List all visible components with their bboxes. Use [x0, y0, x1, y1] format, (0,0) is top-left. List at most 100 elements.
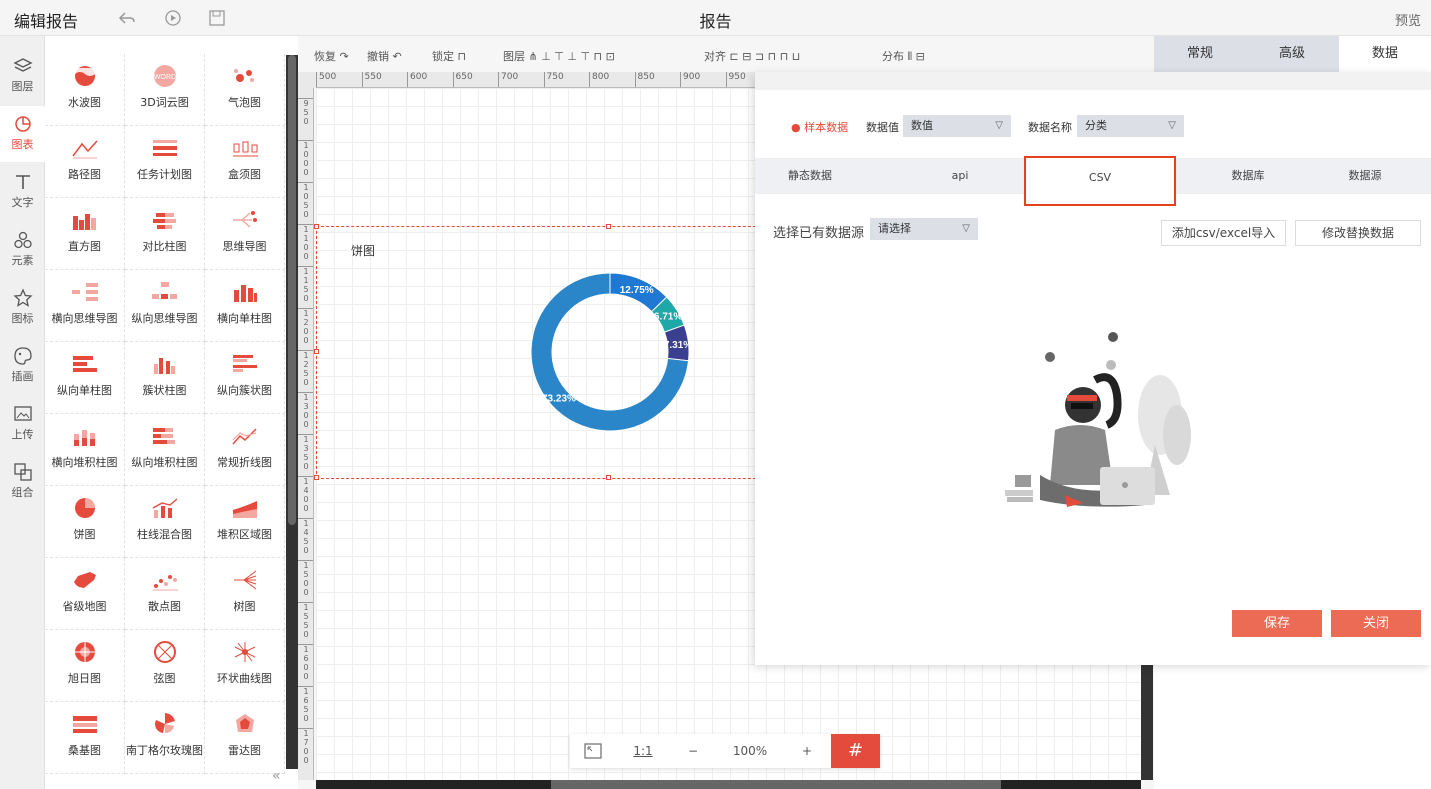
distribute-button[interactable]: 分布 ⫴ ⊟	[882, 48, 925, 64]
lock-button[interactable]: 锁定 ⊓	[432, 48, 466, 64]
chevron-down-icon: ▽	[962, 223, 970, 234]
source-tab-2[interactable]: CSV	[1024, 156, 1176, 206]
ruler-tick-label: 850	[634, 72, 655, 87]
ruler-tick-label: 1400	[298, 476, 313, 513]
zoom-out-button[interactable]: −	[670, 734, 716, 768]
tab-2[interactable]: 数据	[1339, 36, 1431, 72]
tab-0[interactable]: 常规	[1154, 36, 1246, 72]
ruler-tick-label: 1650	[298, 686, 313, 723]
sunburst-icon	[74, 642, 95, 662]
source-tab-1[interactable]: api	[890, 158, 1030, 194]
chart-type-label: 常规折线图	[217, 456, 272, 469]
nav-item-1[interactable]: 图表	[0, 106, 45, 162]
redo-button[interactable]: 恢复 ↷	[314, 48, 349, 64]
align-button[interactable]: 对齐 ⊏ ⊟ ⊐ ⊓ ⊓ ⊔	[704, 48, 800, 64]
chart-type-label: 纵向思维导图	[131, 312, 198, 325]
back-icon[interactable]	[118, 9, 136, 27]
actual-size-button[interactable]: 1:1	[626, 734, 660, 768]
chart-type-item[interactable]: 水波图	[45, 54, 125, 126]
canvas-horizontal-scrollbar[interactable]	[316, 780, 1141, 789]
chart-type-item[interactable]: 路径图	[45, 126, 125, 198]
resize-handle[interactable]	[314, 224, 319, 229]
chart-type-item[interactable]: 气泡图	[205, 54, 285, 126]
replace-data-button[interactable]: 修改替换数据	[1295, 220, 1421, 246]
data-value-select[interactable]: 数值 ▽	[903, 115, 1011, 137]
chevron-down-icon: ▽	[1168, 120, 1176, 131]
source-tab-4[interactable]: 数据源	[1295, 158, 1431, 194]
chart-type-item[interactable]: 直方图	[45, 198, 125, 270]
map-icon	[73, 572, 96, 588]
nav-item-0[interactable]: 图层	[0, 48, 45, 104]
chart-type-item[interactable]: 纵向思维导图	[125, 270, 205, 342]
zoom-level: 100%	[732, 744, 768, 758]
chart-type-label: 雷达图	[228, 744, 261, 757]
chart-type-item[interactable]: 南丁格尔玫瑰图	[125, 702, 205, 774]
resize-handle[interactable]	[314, 349, 319, 354]
nav-item-7[interactable]: 组合	[0, 454, 45, 510]
resize-handle[interactable]	[606, 224, 611, 229]
redo-icon: ↷	[339, 50, 349, 63]
chart-type-item[interactable]: 任务计划图	[125, 126, 205, 198]
chart-type-item[interactable]: 常规折线图	[205, 414, 285, 486]
chart-type-item[interactable]: 纵向堆积柱图	[125, 414, 205, 486]
tab-1[interactable]: 高级	[1246, 36, 1338, 72]
nav-item-5[interactable]: 插画	[0, 338, 45, 394]
chart-type-item[interactable]: 堆积区域图	[205, 486, 285, 558]
chart-type-item[interactable]: 环状曲线图	[205, 630, 285, 702]
line-icon	[231, 428, 257, 445]
save-icon[interactable]	[208, 9, 226, 27]
chart-type-item[interactable]: 横向单柱图	[205, 270, 285, 342]
editor-title: 编辑报告	[14, 12, 79, 31]
resize-handle[interactable]	[606, 475, 611, 480]
chart-type-item[interactable]: 弦图	[125, 630, 205, 702]
chart-type-item[interactable]: 柱线混合图	[125, 486, 205, 558]
nav-item-label: 图标	[11, 312, 34, 325]
nav-item-4[interactable]: 图标	[0, 280, 45, 336]
grid-toggle-button[interactable]: #	[831, 734, 880, 768]
existing-source-select[interactable]: 请选择 ▽	[870, 218, 978, 240]
collapse-panel-icon[interactable]: «	[272, 768, 281, 784]
chart-type-item[interactable]: 簇状柱图	[125, 342, 205, 414]
ring-curve-icon	[234, 642, 255, 662]
vertical-ruler: 950 1000 1050 1100 1150 1200 1250 1300 1350 1400 1…	[298, 88, 314, 780]
chart-type-item[interactable]: 雷达图	[205, 702, 285, 774]
chart-type-item[interactable]: 思维导图	[205, 198, 285, 270]
undo-button[interactable]: 撤销 ↶	[367, 48, 402, 64]
chart-type-item[interactable]: WORD 3D词云图	[125, 54, 205, 126]
nav-item-3[interactable]: 元素	[0, 222, 45, 278]
chart-type-item[interactable]: 盒须图	[205, 126, 285, 198]
chart-type-item[interactable]: 散点图	[125, 558, 205, 630]
chart-type-item[interactable]: 纵向单柱图	[45, 342, 125, 414]
close-button[interactable]: 关闭	[1331, 610, 1421, 637]
data-panel-header	[755, 72, 1431, 90]
h-stack-icon	[73, 430, 95, 446]
nav-item-2[interactable]: 文字	[0, 164, 45, 220]
donut-chart[interactable]: 12.75% 6.71% 7.31% 73.23%	[528, 270, 692, 434]
preview-button[interactable]: 预览	[1395, 10, 1421, 29]
chart-type-item[interactable]: 树图	[205, 558, 285, 630]
canvas-edge-scrollbar	[1141, 662, 1153, 780]
chart-type-item[interactable]: 饼图	[45, 486, 125, 558]
nav-item-6[interactable]: 上传	[0, 396, 45, 452]
fit-screen-button[interactable]	[570, 734, 616, 768]
layer-button[interactable]: 图层 ⋔ ⊥ ⊤ ⊥ ⊤ ⊓ ⊡	[503, 48, 615, 64]
ruler-tick-label: 950	[725, 72, 746, 87]
play-icon[interactable]	[164, 9, 182, 27]
chart-type-item[interactable]: 省级地图	[45, 558, 125, 630]
data-name-select[interactable]: 分类 ▽	[1077, 115, 1184, 137]
zoom-in-button[interactable]: +	[784, 734, 830, 768]
chart-type-item[interactable]: 横向思维导图	[45, 270, 125, 342]
resize-handle[interactable]	[314, 475, 319, 480]
chart-type-item[interactable]: 纵向簇状图	[205, 342, 285, 414]
save-button[interactable]: 保存	[1232, 610, 1322, 637]
source-tab-0[interactable]: 静态数据	[740, 158, 880, 194]
ruler-tick-label: 1500	[298, 560, 313, 597]
chart-type-item[interactable]: 桑基图	[45, 702, 125, 774]
rose-icon	[154, 713, 175, 734]
chart-type-item[interactable]: 旭日图	[45, 630, 125, 702]
palette-scrollbar[interactable]	[286, 55, 298, 769]
chart-type-item[interactable]: 对比柱图	[125, 198, 205, 270]
chart-type-label: 桑基图	[68, 744, 101, 757]
chart-type-item[interactable]: 横向堆积柱图	[45, 414, 125, 486]
import-csv-button[interactable]: 添加csv/excel导入	[1161, 220, 1286, 246]
